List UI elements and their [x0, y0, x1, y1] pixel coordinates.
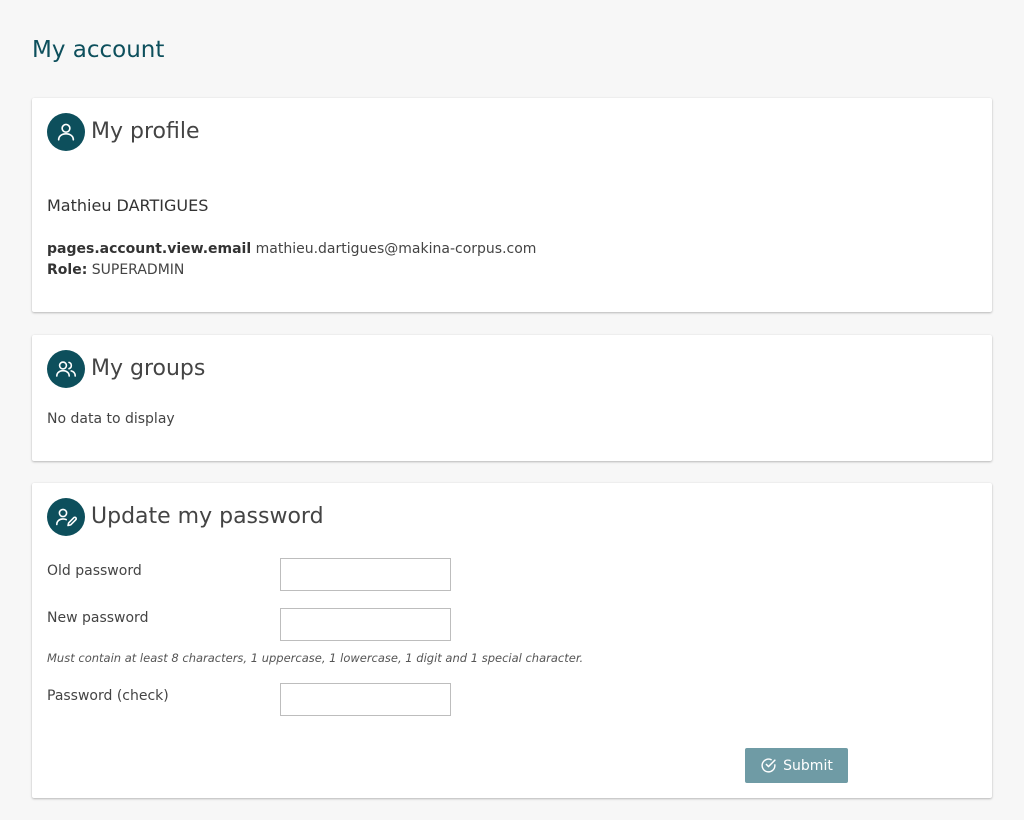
email-value: mathieu.dartigues@makina-corpus.com: [255, 241, 537, 257]
password-card-header: Update my password: [47, 498, 324, 536]
profile-card-title: My profile: [91, 119, 200, 144]
password-requirements-hint: Must contain at least 8 characters, 1 up…: [47, 651, 584, 665]
profile-card-header: My profile: [47, 113, 200, 151]
groups-card-header: My groups: [47, 350, 205, 388]
groups-card-title: My groups: [91, 356, 206, 381]
groups-empty-message: No data to display: [47, 411, 175, 427]
password-card-title: Update my password: [91, 504, 324, 529]
email-label: pages.account.view.email: [47, 241, 252, 257]
page-title: My account: [32, 37, 165, 63]
account-page: My account My profile Mathieu DARTIGUES …: [0, 0, 1024, 820]
profile-email-row: pages.account.view.email mathieu.dartigu…: [47, 241, 536, 257]
password-check-label: Password (check): [47, 688, 169, 704]
role-label: Role:: [47, 262, 88, 278]
submit-button-label: Submit: [783, 757, 833, 774]
check-circle-icon: [760, 757, 777, 774]
user-icon: [47, 113, 85, 151]
profile-name: Mathieu DARTIGUES: [47, 196, 209, 215]
password-card: Update my password Old password New pass…: [32, 483, 992, 798]
old-password-label: Old password: [47, 563, 142, 579]
user-edit-icon: [47, 498, 85, 536]
groups-card: My groups No data to display: [32, 335, 992, 461]
password-check-input[interactable]: [280, 683, 451, 716]
users-icon: [47, 350, 85, 388]
new-password-input[interactable]: [280, 608, 451, 641]
profile-role-row: Role: SUPERADMIN: [47, 262, 184, 278]
submit-button[interactable]: Submit: [745, 748, 848, 783]
new-password-label: New password: [47, 610, 149, 626]
profile-card: My profile Mathieu DARTIGUES pages.accou…: [32, 98, 992, 312]
role-value: SUPERADMIN: [91, 262, 185, 278]
old-password-input[interactable]: [280, 558, 451, 591]
